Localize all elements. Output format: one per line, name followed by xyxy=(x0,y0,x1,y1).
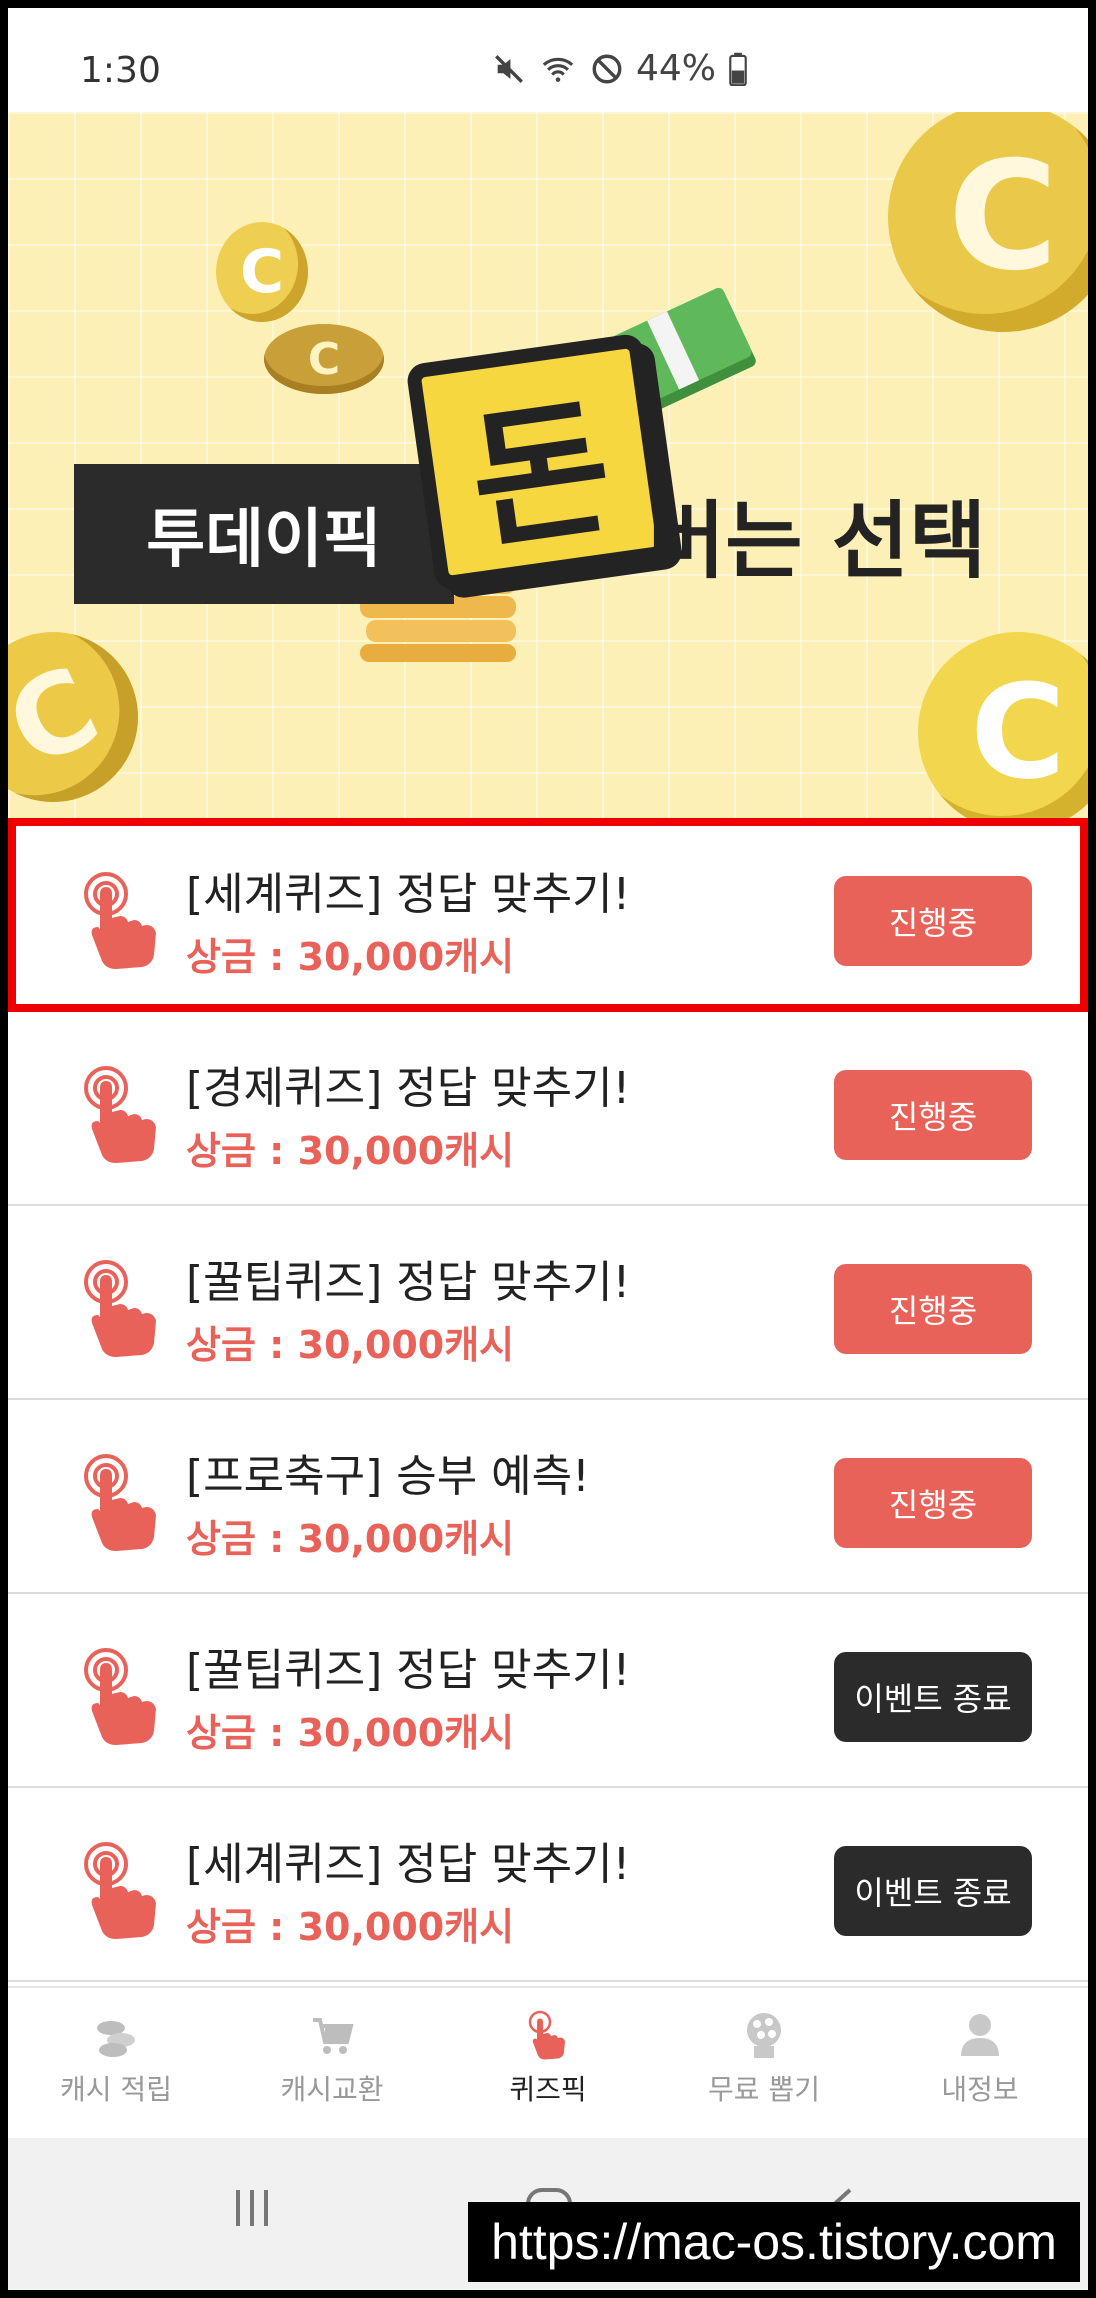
quiz-title: [세계퀴즈] 정답 맞추기! xyxy=(186,1839,631,1890)
nav-label: 퀴즈픽 xyxy=(509,2073,587,2106)
battery-icon xyxy=(729,52,747,86)
nav-item-cash-exchange[interactable]: 캐시교환 xyxy=(224,1988,440,2140)
tap-hand-icon xyxy=(84,1842,156,1939)
nav-item-my-info[interactable]: 내정보 xyxy=(872,1988,1088,2140)
quiz-status-button[interactable]: 진행중 xyxy=(834,1070,1032,1160)
watermark-text: https://mac-os.tistory.com xyxy=(468,2202,1080,2282)
coin-icon: C xyxy=(8,604,166,818)
app-screen: 1:30 44% C C C C C 투데이픽 돈 버는 선택 [세계퀴즈] 정… xyxy=(8,8,1088,2290)
nav-item-quiz-pick[interactable]: 퀴즈픽 xyxy=(440,1988,656,2140)
nav-item-free-draw[interactable]: 무료 뽑기 xyxy=(656,1988,872,2140)
tap-hand-icon xyxy=(84,1454,156,1551)
quiz-title: [경제퀴즈] 정답 맞추기! xyxy=(186,1063,631,1114)
tap-hand-icon xyxy=(84,872,156,969)
nav-item-cash-earn[interactable]: 캐시 적립 xyxy=(8,1988,224,2140)
nav-label: 캐시교환 xyxy=(280,2073,384,2106)
status-icons: 44% xyxy=(492,48,748,89)
gacha-icon xyxy=(747,2013,781,2058)
coin-icon: C xyxy=(216,222,308,322)
coins-icon xyxy=(97,2021,135,2057)
bottom-nav: 캐시 적립 캐시교환 퀴즈픽 무료 뽑기 내정보 xyxy=(8,1986,1088,2140)
quiz-status-button[interactable]: 이벤트 종료 xyxy=(834,1846,1032,1936)
tap-hand-icon xyxy=(84,1648,156,1745)
quiz-row[interactable]: [세계퀴즈] 정답 맞추기! 상금 : 30,000캐시 진행중 xyxy=(8,818,1088,1012)
quiz-row[interactable]: [경제퀴즈] 정답 맞추기! 상금 : 30,000캐시 진행중 xyxy=(8,1012,1088,1206)
coin-icon: C xyxy=(264,324,384,394)
quiz-list: [세계퀴즈] 정답 맞추기! 상금 : 30,000캐시 진행중 [경제퀴즈] … xyxy=(8,818,1088,1982)
quiz-status-button[interactable]: 진행중 xyxy=(834,1264,1032,1354)
banner-title-right: 버는 선택 xyxy=(648,492,987,590)
status-time: 1:30 xyxy=(80,50,161,91)
nav-label: 내정보 xyxy=(941,2073,1019,2106)
quiz-prize: 상금 : 30,000캐시 xyxy=(186,935,515,979)
mute-icon xyxy=(495,54,523,83)
quiz-row[interactable]: [꿀팁퀴즈] 정답 맞추기! 상금 : 30,000캐시 이벤트 종료 xyxy=(8,1594,1088,1788)
cart-icon xyxy=(313,2018,354,2054)
quiz-row[interactable]: [프로축구] 승부 예측! 상금 : 30,000캐시 진행중 xyxy=(8,1400,1088,1594)
status-bar: 1:30 44% xyxy=(8,8,1088,112)
quiz-row[interactable]: [세계퀴즈] 정답 맞추기! 상금 : 30,000캐시 이벤트 종료 xyxy=(8,1788,1088,1982)
nav-label: 무료 뽑기 xyxy=(708,2073,820,2106)
banner-title-left: 투데이픽 xyxy=(74,464,454,604)
recent-apps-icon[interactable] xyxy=(230,2186,274,2230)
quiz-prize: 상금 : 30,000캐시 xyxy=(186,1323,515,1367)
battery-percent: 44% xyxy=(635,48,716,89)
quiz-status-button[interactable]: 진행중 xyxy=(834,1458,1032,1548)
tap-hand-icon xyxy=(84,1066,156,1163)
quiz-row[interactable]: [꿀팁퀴즈] 정답 맞추기! 상금 : 30,000캐시 진행중 xyxy=(8,1206,1088,1400)
coin-icon: C xyxy=(918,632,1088,818)
tap-hand-icon xyxy=(84,1260,156,1357)
user-icon xyxy=(961,2014,999,2056)
promo-banner: C C C C C 투데이픽 돈 버는 선택 xyxy=(8,112,1088,818)
banner-title-highlight: 돈 xyxy=(405,332,673,592)
quiz-status-button[interactable]: 진행중 xyxy=(834,876,1032,966)
quiz-title: [꿀팁퀴즈] 정답 맞추기! xyxy=(186,1257,631,1308)
tap-hand-icon xyxy=(528,2010,565,2060)
quiz-prize: 상금 : 30,000캐시 xyxy=(186,1129,515,1173)
coin-icon: C xyxy=(888,112,1088,332)
quiz-title: [프로축구] 승부 예측! xyxy=(186,1451,590,1502)
quiz-title: [세계퀴즈] 정답 맞추기! xyxy=(186,869,631,920)
quiz-prize: 상금 : 30,000캐시 xyxy=(186,1905,515,1949)
nav-label: 캐시 적립 xyxy=(60,2073,172,2106)
quiz-status-button[interactable]: 이벤트 종료 xyxy=(834,1652,1032,1742)
wifi-icon xyxy=(542,57,574,82)
dnd-icon xyxy=(592,54,622,83)
quiz-prize: 상금 : 30,000캐시 xyxy=(186,1517,515,1561)
quiz-prize: 상금 : 30,000캐시 xyxy=(186,1711,515,1755)
quiz-title: [꿀팁퀴즈] 정답 맞추기! xyxy=(186,1645,631,1696)
